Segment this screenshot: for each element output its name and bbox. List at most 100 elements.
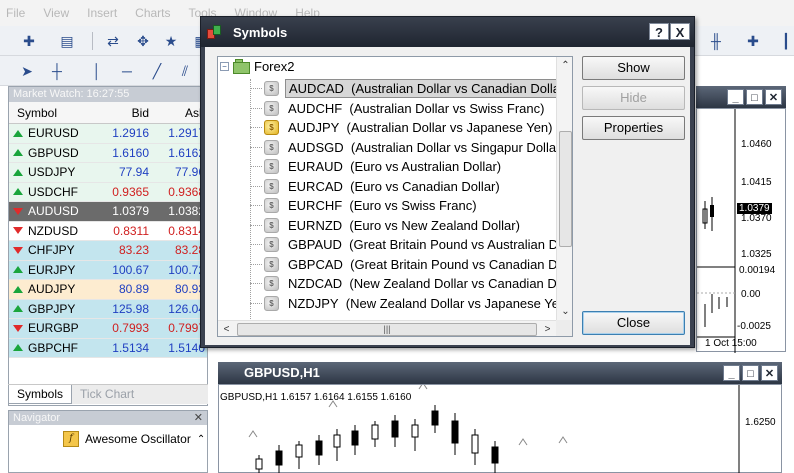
star-icon[interactable]: ★ (160, 30, 182, 52)
market-watch-row[interactable]: EURUSD 1.2916 1.2917 (9, 124, 207, 144)
symbol-list-item[interactable]: $ EURNZD (Euro vs New Zealand Dollar) (250, 216, 523, 236)
new-chart-icon[interactable]: ✚ (18, 30, 40, 52)
symbol-list-item[interactable]: $ NZDCAD (New Zealand Dollar vs Canadian … (250, 274, 572, 294)
minimize-icon[interactable]: _ (727, 89, 744, 105)
market-watch-row[interactable]: USDCHF 0.9365 0.9368 (9, 182, 207, 202)
symbols-tree[interactable]: − Forex2 $ AUDCAD (Australian Dollar vs C… (217, 56, 573, 337)
indicator-label: 0.00194 (739, 265, 776, 276)
column-ask[interactable]: Ask (153, 102, 207, 123)
symbol-list-item[interactable]: $ EURAUD (Euro vs Australian Dollar) (250, 157, 504, 177)
symbol-label: EURCAD (Euro vs Canadian Dollar) (285, 178, 503, 195)
symbol-list-item[interactable]: $ AUDCHF (Australian Dollar vs Swiss Fran… (250, 99, 547, 119)
symbol-code: GBPCAD (288, 256, 343, 272)
navigator-item[interactable]: f Awesome Oscillator ⌃ (63, 431, 205, 447)
arrow-down-icon (13, 246, 23, 254)
menu-item[interactable]: Charts (135, 6, 170, 20)
scroll-left-icon[interactable]: < (218, 321, 235, 336)
ask-cell: 1.5140 (168, 340, 205, 355)
cursor-icon[interactable]: ➤ (16, 60, 38, 82)
hide-button[interactable]: Hide (582, 86, 685, 110)
add-indicator-icon[interactable]: ✚ (742, 30, 764, 52)
market-watch-row[interactable]: GBPJPY 125.98 126.04 (9, 299, 207, 319)
market-watch-row[interactable]: CHFJPY 83.23 83.28 (9, 241, 207, 261)
market-watch-row[interactable]: AUDJPY 80.89 80.93 (9, 280, 207, 300)
minimize-icon[interactable]: _ (723, 365, 740, 381)
market-watch-row[interactable]: USDJPY 77.94 77.96 (9, 163, 207, 183)
market-watch-row[interactable]: EURGBP 0.7993 0.7997 (9, 319, 207, 339)
symbol-list-item[interactable]: $ AUDJPY (Australian Dollar vs Japanese Y… (250, 118, 555, 138)
vertical-scrollbar[interactable]: ⌃ ⌄ (556, 57, 572, 320)
properties-button[interactable]: Properties (582, 116, 685, 140)
help-button[interactable]: ? (649, 23, 669, 40)
symbol-description: (Australian Dollar vs Swiss Franc) (349, 100, 545, 116)
close-icon[interactable]: ✕ (761, 365, 778, 381)
tree-root-forex2[interactable]: − Forex2 (220, 59, 294, 74)
market-watch-row[interactable]: GBPCHF 1.5134 1.5140 (9, 338, 207, 358)
symbol-list-item[interactable]: $ NZDJPY (New Zealand Dollar vs Japanese … (250, 294, 572, 314)
scroll-up-icon[interactable]: ⌃ (557, 57, 572, 74)
market-watch-row[interactable]: NZDUSD 0.8311 0.8314 (9, 221, 207, 241)
period-separator-icon[interactable]: ╫ (705, 30, 727, 52)
menu-item[interactable]: View (43, 6, 69, 20)
vertical-line-icon[interactable]: │ (86, 60, 108, 82)
horizontal-line-icon[interactable]: ─ (116, 60, 138, 82)
market-watch-rows: EURUSD 1.2916 1.2917 GBPUSD 1.6160 1.6162 USDJ… (9, 124, 207, 358)
symbol-name: USDJPY (28, 165, 76, 180)
symbol-list-item[interactable]: $ EURCHF (Euro vs Swiss Franc) (250, 196, 480, 216)
crosshair-icon[interactable]: ┼ (46, 60, 68, 82)
tab-symbols[interactable]: Symbols (8, 385, 73, 404)
market-watch-icon[interactable]: ⇄ (102, 30, 124, 52)
close-dialog-button[interactable]: Close (582, 311, 685, 335)
maximize-icon[interactable]: □ (746, 89, 763, 105)
symbol-list-item[interactable]: $ GBPCAD (Great Britain Pound vs Canadian… (250, 255, 572, 275)
scroll-right-icon[interactable]: > (539, 321, 556, 336)
market-watch-row[interactable]: EURJPY 100.67 100.72 (9, 260, 207, 280)
market-watch-panel: Market Watch: 16:27:55 Symbol Bid Ask EU… (8, 86, 208, 406)
symbol-code: AUDSGD (288, 139, 344, 155)
symbol-label: AUDCAD (Australian Dollar vs Canadian Do… (285, 79, 572, 99)
horizontal-scroll-thumb[interactable]: ||| (237, 323, 537, 336)
symbol-icon: $ (264, 237, 279, 253)
collapse-icon[interactable]: − (220, 62, 229, 71)
symbol-list-item[interactable]: $ GBPAUD (Great Britain Pound vs Australi… (250, 235, 572, 255)
symbol-description: (Euro vs New Zealand Dollar) (349, 217, 520, 233)
close-button[interactable]: X (670, 23, 690, 40)
bars-icon[interactable]: ┃ (775, 30, 794, 52)
profiles-icon[interactable]: ▤ (56, 30, 78, 52)
trendline-icon[interactable]: ╱ (146, 60, 168, 82)
active-symbol-icon: $ (264, 120, 279, 136)
scroll-down-icon[interactable]: ⌄ (557, 303, 572, 320)
chart-window-audusd[interactable]: 1.0460 1.0415 1.0379 1.0370 1.0325 0.001… (696, 108, 786, 353)
symbol-code: AUDCHF (288, 100, 343, 116)
menu-item[interactable]: File (6, 6, 25, 20)
show-button[interactable]: Show (582, 56, 685, 80)
symbol-icon: $ (264, 198, 279, 214)
symbol-code: AUDCAD (289, 81, 344, 97)
symbol-code: GBPAUD (288, 237, 342, 253)
tree-connector (250, 244, 262, 246)
indicator-icon: f (63, 431, 79, 447)
arrow-down-icon (13, 324, 23, 332)
symbol-list-item[interactable]: $ AUDSGD (Australian Dollar vs Singapur D… (250, 138, 568, 158)
chevron-up-icon[interactable]: ⌃ (197, 434, 205, 445)
arrow-up-icon (13, 285, 23, 293)
market-watch-row[interactable]: AUDUSD 1.0379 1.0382 (9, 202, 207, 222)
market-watch-row[interactable]: GBPUSD 1.6160 1.6162 (9, 143, 207, 163)
arrow-down-icon (13, 227, 23, 235)
column-bid[interactable]: Bid (95, 102, 153, 123)
close-icon[interactable]: ✕ (765, 89, 782, 105)
tab-tick-chart[interactable]: Tick Chart (72, 385, 142, 404)
channel-icon[interactable]: ⫽ (174, 60, 196, 82)
crosshair-move-icon[interactable]: ✥ (132, 30, 154, 52)
horizontal-scrollbar[interactable]: < ||| > (218, 320, 556, 336)
symbol-name: GBPJPY (28, 301, 76, 316)
symbol-list-item[interactable]: $ EURCAD (Euro vs Canadian Dollar) (250, 177, 503, 197)
dialog-titlebar: Symbols (201, 17, 694, 47)
symbol-name: GBPCHF (28, 340, 79, 355)
symbol-list-item[interactable]: $ AUDCAD (Australian Dollar vs Canadian D… (250, 79, 572, 99)
vertical-scroll-thumb[interactable] (559, 131, 572, 247)
column-symbol[interactable]: Symbol (9, 102, 95, 123)
close-icon[interactable]: ✕ (194, 411, 203, 424)
maximize-icon[interactable]: □ (742, 365, 759, 381)
menu-item[interactable]: Insert (87, 6, 117, 20)
